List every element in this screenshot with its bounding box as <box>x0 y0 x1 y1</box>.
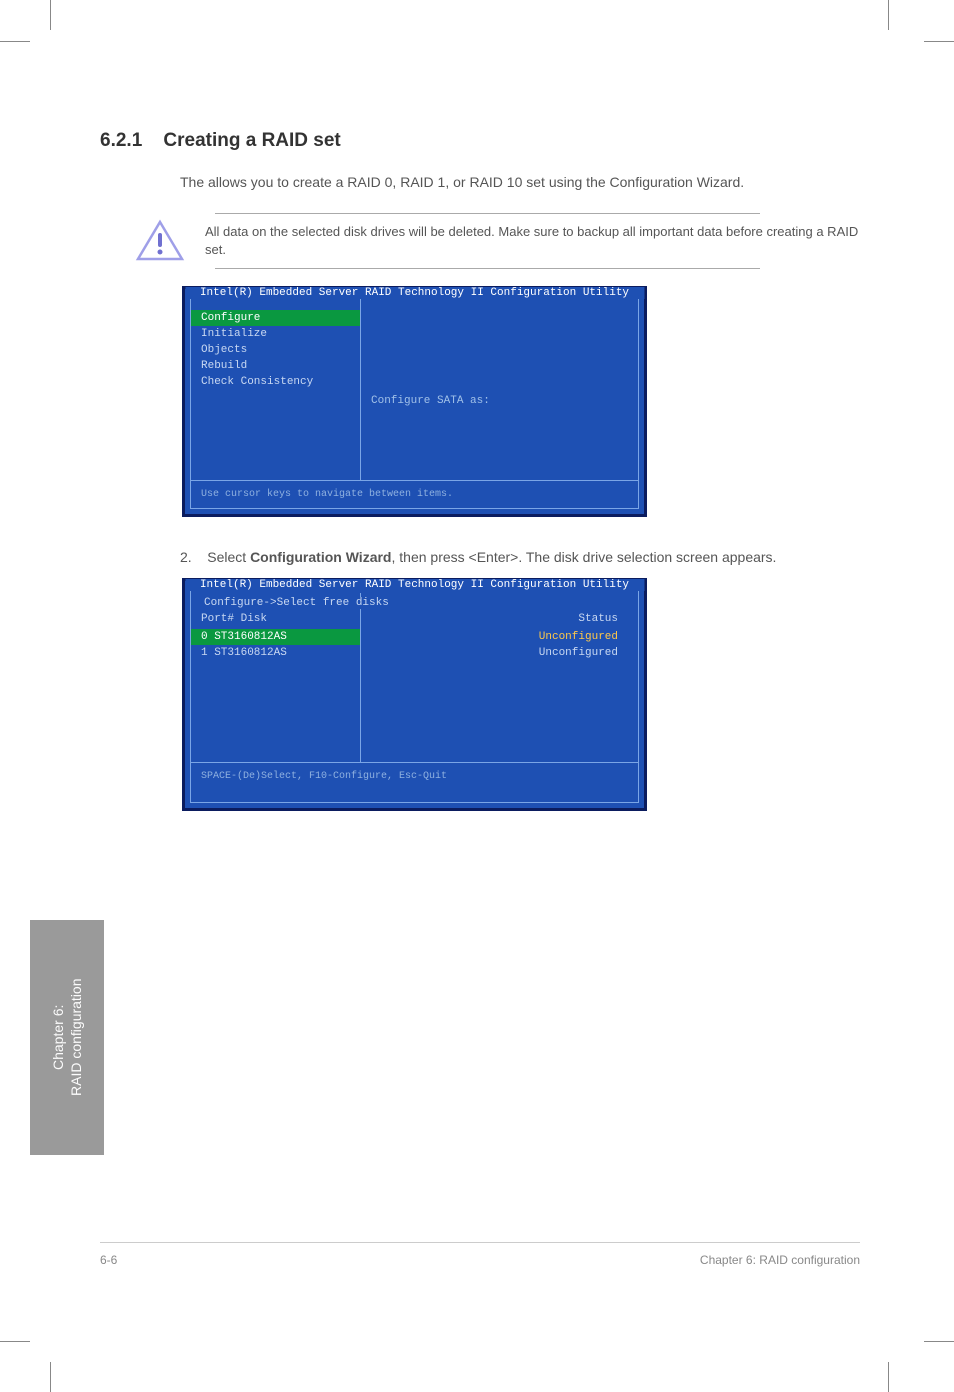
disk-status: Unconfigured <box>371 629 628 645</box>
page-footer: 6-6 Chapter 6: RAID configuration <box>100 1242 860 1267</box>
step-suffix: , then press <Enter>. The disk drive sel… <box>391 549 776 565</box>
bios-status-pane: Status Unconfigured Unconfigured <box>361 593 638 762</box>
crop-mark <box>0 41 30 42</box>
disk-id: 1 ST3160812AS <box>191 645 360 661</box>
disk-status-value: Unconfigured <box>539 647 618 659</box>
disk-row: 0 ST3160812AS <box>191 629 360 645</box>
crop-mark <box>924 1341 954 1342</box>
caution-box: All data on the selected disk drives wil… <box>135 219 860 263</box>
bios-footer: Use cursor keys to navigate between item… <box>191 480 638 508</box>
divider <box>215 268 760 269</box>
section-heading: 6.2.1 Creating a RAID set <box>100 130 860 152</box>
bios-footer-text: SPACE-(De)Select, F10-Configure, Esc-Qui… <box>201 771 628 782</box>
bios-menu: Configure Initialize Objects Rebuild Che… <box>191 295 361 480</box>
bios-menu-item-configure: Configure <box>191 310 360 326</box>
crop-mark <box>0 1341 30 1342</box>
step-bold: Configuration Wizard <box>250 549 391 565</box>
disk-id: 0 ST3160812AS <box>191 629 360 645</box>
step-2: 2. Select Configuration Wizard, then pre… <box>180 547 860 568</box>
bios-title: Intel(R) Embedded Server RAID Technology… <box>185 287 644 299</box>
bios-footer-text: Use cursor keys to navigate between item… <box>201 489 628 500</box>
disk-status-header: Status <box>371 613 628 625</box>
section-title: Creating a RAID set <box>163 130 340 151</box>
crop-mark <box>888 1362 889 1392</box>
intro-text: The allows you to create a RAID 0, RAID … <box>180 172 860 193</box>
caution-text: All data on the selected disk drives wil… <box>205 223 860 259</box>
bios-menu-item: Initialize <box>191 326 360 342</box>
bios-sata-label: Configure SATA as: <box>371 395 490 407</box>
crop-mark <box>888 0 889 30</box>
bios-title: Intel(R) Embedded Server RAID Technology… <box>185 579 644 591</box>
divider <box>215 213 760 214</box>
page-number: 6-6 <box>100 1253 117 1267</box>
crop-mark <box>924 41 954 42</box>
caution-icon <box>135 219 185 263</box>
bios-subtitle: Configure->Select free disks <box>201 597 392 609</box>
bios-footer: SPACE-(De)Select, F10-Configure, Esc-Qui… <box>191 762 638 802</box>
disk-status: Unconfigured <box>371 645 628 661</box>
section-number: 6.2.1 <box>100 130 142 151</box>
chapter-label: Chapter 6: RAID configuration <box>700 1253 860 1267</box>
disk-status-value: Unconfigured <box>539 631 618 643</box>
step-prefix: Select <box>207 549 250 565</box>
bios-menu-item: Rebuild <box>191 358 360 374</box>
bios-menu-item: Check Consistency <box>191 374 360 390</box>
bios-screenshot-2: Intel(R) Embedded Server RAID Technology… <box>182 578 647 811</box>
step-number: 2. <box>180 549 192 565</box>
bios-disk-list: Port# Disk 0 ST3160812AS 1 ST3160812AS <box>191 593 361 762</box>
bios-menu-item: Objects <box>191 342 360 358</box>
side-tab: Chapter 6: RAID configuration <box>30 920 104 1155</box>
bios-screenshot-1: Intel(R) Embedded Server RAID Technology… <box>182 286 647 517</box>
disk-row: 1 ST3160812AS <box>191 645 360 661</box>
crop-mark <box>50 0 51 30</box>
crop-mark <box>50 1362 51 1392</box>
side-tab-text: Chapter 6: RAID configuration <box>49 979 85 1097</box>
bios-right-pane: Configure SATA as: <box>361 295 638 480</box>
disk-list-header: Port# Disk <box>191 613 360 629</box>
